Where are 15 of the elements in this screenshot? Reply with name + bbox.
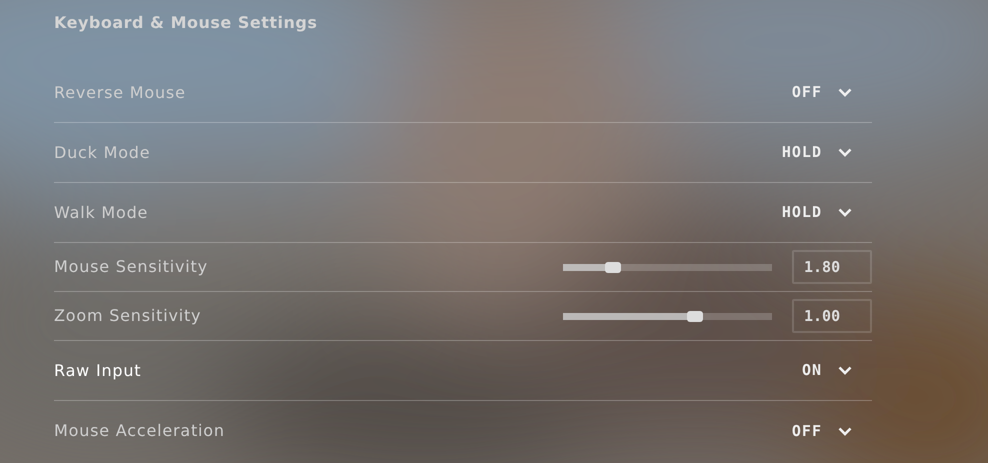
dropdown[interactable]: HOLD bbox=[782, 201, 852, 224]
dropdown[interactable]: HOLD bbox=[782, 141, 852, 164]
setting-label: Mouse Sensitivity bbox=[54, 256, 208, 278]
dropdown[interactable]: OFF bbox=[792, 420, 852, 442]
setting-label: Mouse Acceleration bbox=[54, 420, 225, 442]
dropdown[interactable]: ON bbox=[802, 359, 852, 382]
section-title: Keyboard & Mouse Settings bbox=[54, 13, 318, 33]
setting-label: Walk Mode bbox=[54, 202, 148, 224]
setting-label: Zoom Sensitivity bbox=[54, 305, 202, 327]
setting-label: Reverse Mouse bbox=[54, 82, 186, 104]
setting-label: Raw Input bbox=[54, 360, 142, 382]
setting-label: Duck Mode bbox=[54, 142, 150, 164]
value-field[interactable]: 1.80 bbox=[792, 250, 872, 284]
dropdown[interactable]: OFF bbox=[792, 81, 852, 104]
value-field[interactable]: 1.00 bbox=[792, 299, 872, 333]
